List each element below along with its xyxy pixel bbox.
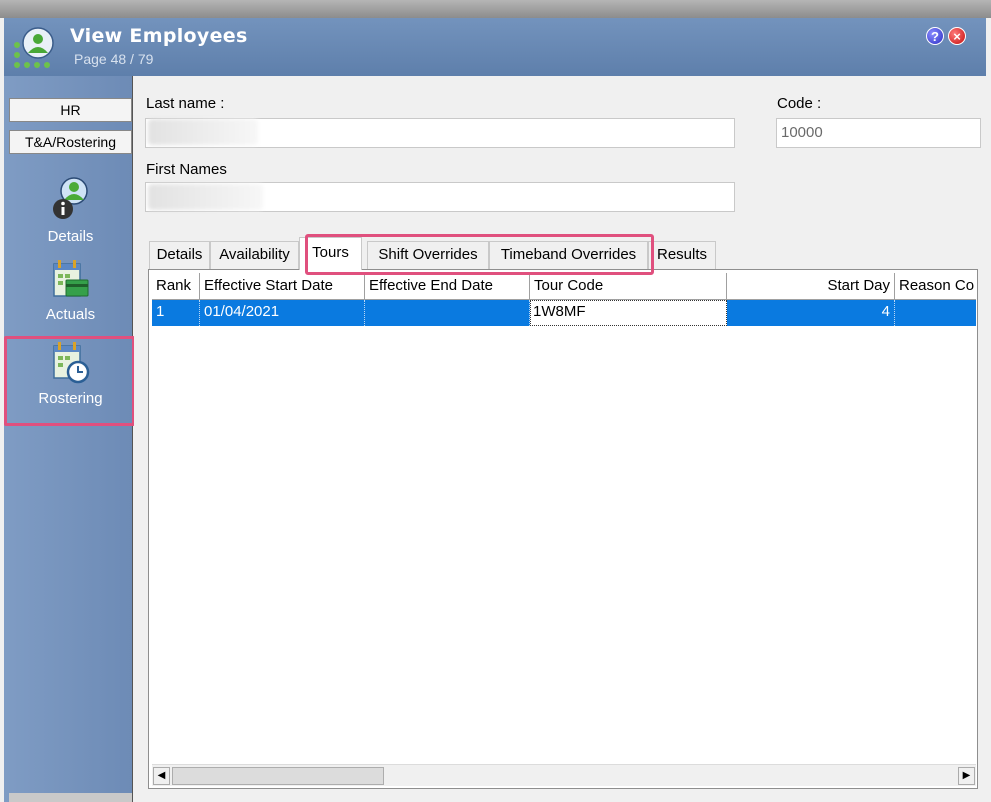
tab-shift-overrides[interactable]: Shift Overrides (367, 241, 489, 269)
table-row[interactable]: 1 01/04/2021 1W8MF 4 (152, 300, 976, 326)
tours-grid: Rank Effective Start Date Effective End … (148, 269, 978, 789)
cell-start-day[interactable]: 4 (727, 300, 895, 326)
sidebar-item-label: Details (47, 228, 94, 245)
code-field[interactable]: 10000 (776, 118, 981, 148)
sidebar-tab-ta-rostering[interactable]: T&A/Rostering (9, 130, 132, 154)
calendar-card-icon (52, 260, 88, 297)
grid-header: Rank Effective Start Date Effective End … (152, 273, 976, 300)
tab-details[interactable]: Details (149, 241, 210, 269)
column-header-start-day[interactable]: Start Day (727, 273, 895, 300)
tab-timeband-overrides[interactable]: Timeband Overrides (489, 241, 648, 269)
column-header-rank[interactable]: Rank (152, 273, 200, 300)
first-names-label: First Names (146, 161, 227, 178)
sidebar-item-rostering[interactable]: Rostering (9, 340, 132, 407)
window-frame-top (0, 0, 991, 18)
window-title: View Employees (70, 25, 248, 47)
sidebar: HR T&A/Rostering Details Actuals Rosteri… (4, 76, 133, 802)
last-name-label: Last name : (146, 95, 225, 112)
tab-tours[interactable]: Tours (299, 237, 362, 270)
scroll-right-icon[interactable]: ▶ (958, 767, 975, 785)
sidebar-tab-hr[interactable]: HR (9, 98, 132, 122)
employees-logo-icon (14, 27, 54, 68)
employee-info-icon (52, 177, 88, 219)
calendar-clock-icon (52, 342, 89, 384)
sidebar-item-label: Actuals (45, 306, 96, 323)
cell-start-date[interactable]: 01/04/2021 (200, 300, 365, 326)
scrollbar-thumb[interactable] (172, 767, 384, 785)
sidebar-footer (9, 793, 132, 802)
scroll-left-icon[interactable]: ◀ (153, 767, 170, 785)
column-header-tour-code[interactable]: Tour Code (530, 273, 727, 300)
sidebar-item-actuals[interactable]: Actuals (9, 258, 132, 323)
help-icon[interactable]: ? (926, 27, 944, 45)
title-bar: View Employees Page 48 / 79 ? × (4, 18, 986, 76)
page-indicator: Page 48 / 79 (74, 51, 154, 67)
main-panel: Last name : Code : 10000 First Names Det… (134, 76, 986, 802)
horizontal-scrollbar[interactable]: ◀ ▶ (152, 764, 976, 786)
close-icon[interactable]: × (948, 27, 966, 45)
sidebar-item-label: Rostering (38, 390, 103, 407)
sidebar-item-details[interactable]: Details (9, 176, 132, 245)
cell-reason[interactable] (895, 300, 976, 326)
column-header-start-date[interactable]: Effective Start Date (200, 273, 365, 300)
code-label: Code : (777, 95, 822, 112)
column-header-end-date[interactable]: Effective End Date (365, 273, 530, 300)
cell-rank[interactable]: 1 (152, 300, 200, 326)
column-header-reason[interactable]: Reason Co (895, 273, 976, 300)
cell-end-date[interactable] (365, 300, 530, 326)
tab-availability[interactable]: Availability (210, 241, 299, 269)
redacted-last-name (148, 119, 258, 145)
redacted-first-names (148, 184, 263, 210)
cell-tour-code-editor[interactable]: 1W8MF (530, 300, 727, 326)
tab-results[interactable]: Results (648, 241, 716, 269)
